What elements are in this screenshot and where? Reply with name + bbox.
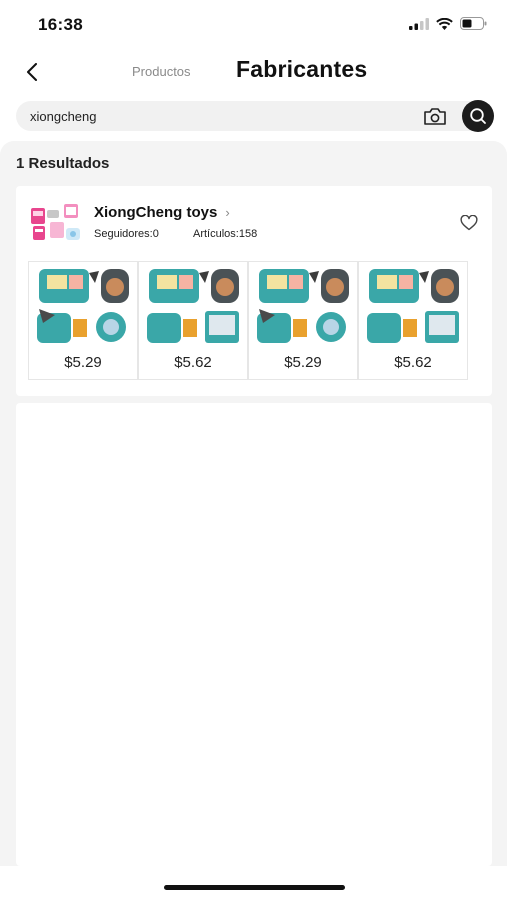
- results-count: 1 Resultados: [16, 155, 110, 172]
- empty-results-panel: [16, 403, 492, 866]
- nav-bar: Productos Fabricantes: [0, 52, 507, 92]
- status-icons: [409, 17, 487, 30]
- product-image: [37, 269, 129, 343]
- product-item[interactable]: $5.29: [28, 261, 138, 380]
- search-icon: [470, 108, 486, 124]
- search-bar: [16, 100, 494, 132]
- tab-products[interactable]: Productos: [132, 64, 191, 79]
- results-area: 1 Resultados XiongCheng toys › Seguidore…: [0, 141, 507, 866]
- product-price: $5.29: [284, 354, 322, 371]
- signal-icon: [409, 17, 429, 30]
- wifi-icon: [436, 17, 453, 30]
- tab-manufacturers[interactable]: Fabricantes: [236, 56, 367, 83]
- camera-search-button[interactable]: [421, 104, 449, 128]
- search-input[interactable]: [30, 101, 410, 131]
- back-button[interactable]: [18, 58, 46, 86]
- supplier-logo: [31, 204, 80, 240]
- followers-count: Seguidores:0: [94, 228, 159, 240]
- camera-icon: [424, 107, 446, 125]
- product-list: $5.29 $5.62 $5.29 $5.62: [28, 261, 468, 380]
- battery-icon: [460, 17, 487, 30]
- supplier-card[interactable]: XiongCheng toys › Seguidores:0 Artículos…: [16, 186, 492, 396]
- favorite-button[interactable]: [458, 212, 480, 234]
- supplier-name-link[interactable]: XiongCheng toys ›: [94, 204, 230, 221]
- articles-count: Artículos:158: [193, 228, 258, 240]
- chevron-right-icon: ›: [225, 205, 230, 220]
- status-time: 16:38: [38, 15, 83, 34]
- product-item[interactable]: $5.62: [138, 261, 248, 380]
- product-image: [257, 269, 349, 343]
- status-bar: 16:38: [0, 0, 507, 50]
- chevron-left-icon: [27, 63, 37, 81]
- product-price: $5.62: [394, 354, 432, 371]
- product-price: $5.29: [64, 354, 102, 371]
- home-indicator[interactable]: [164, 885, 345, 890]
- product-item[interactable]: $5.62: [358, 261, 468, 380]
- supplier-name: XiongCheng toys: [94, 204, 218, 221]
- product-image: [147, 269, 239, 343]
- product-image: [367, 269, 459, 343]
- search-button[interactable]: [462, 100, 494, 132]
- product-item[interactable]: $5.29: [248, 261, 358, 380]
- product-price: $5.62: [174, 354, 212, 371]
- heart-icon: [460, 215, 478, 231]
